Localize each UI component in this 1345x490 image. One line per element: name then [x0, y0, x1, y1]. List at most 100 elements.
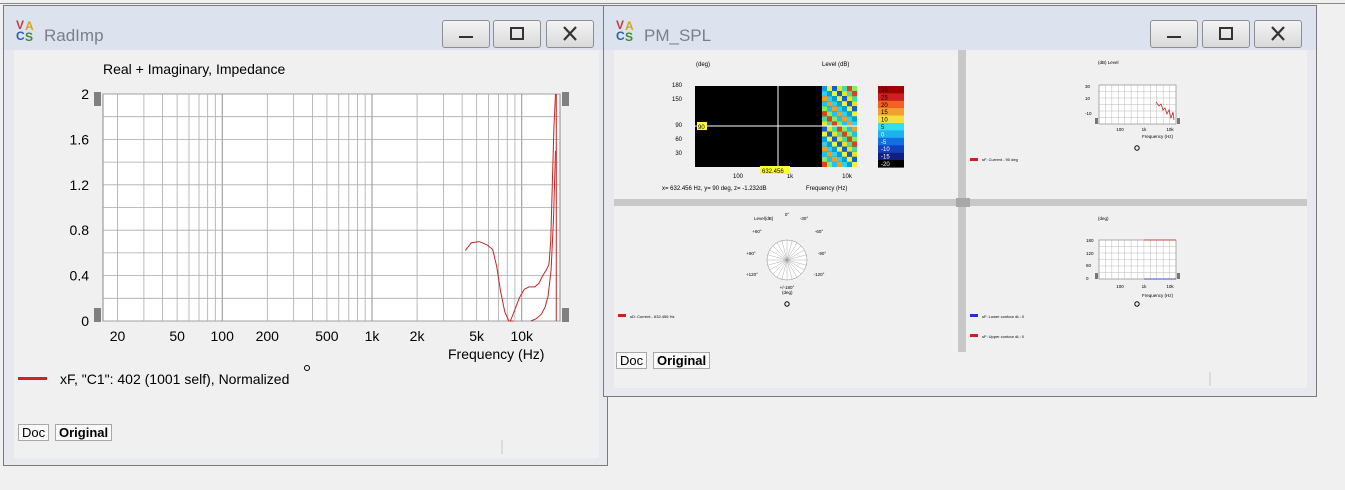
- heatmap-cell: [822, 126, 827, 132]
- heatmap-cell: [852, 86, 857, 92]
- radimp-titlebar[interactable]: VA CS RadImp: [4, 6, 607, 50]
- heatmap-cell: [837, 141, 842, 147]
- heatmap-cell: [847, 86, 852, 92]
- polar-angle-label: +60°: [752, 229, 762, 234]
- left-slider-top[interactable]: [94, 92, 101, 106]
- minimize-button[interactable]: [1150, 20, 1198, 48]
- splitter-handle[interactable]: [956, 198, 970, 207]
- spl-ylabel: (dB) Level: [1098, 60, 1119, 65]
- vacs-logo-icon: VA CS: [616, 18, 634, 44]
- x-tick-labels: 20 50 100 200 500 1k 2k 5k 10k: [110, 328, 534, 344]
- contour-cursor-marker: [1134, 301, 1140, 307]
- heatmap-cell: [837, 136, 842, 142]
- heatmap-cell: [822, 161, 827, 167]
- y-marker: 90: [698, 125, 705, 131]
- close-button[interactable]: [1254, 20, 1302, 48]
- heatmap-y-tick: 60: [675, 137, 682, 143]
- heatmap-cell: [847, 156, 852, 162]
- heatmap-cell: [822, 151, 827, 157]
- polar-legend: sD: Current - 632.456 Hz: [630, 314, 674, 319]
- x-tick-label: 1k: [365, 328, 381, 344]
- heatmap-cell: [842, 146, 847, 152]
- upper-legend-swatch: [970, 334, 978, 337]
- tab-doc[interactable]: Doc: [18, 424, 50, 441]
- polar-unit: (deg): [782, 290, 793, 295]
- upper-contour-legend: sF: Upper contour dL: 0: [982, 334, 1025, 339]
- heatmap-xlabel: Frequency (Hz): [806, 186, 847, 192]
- heatmap-cell: [827, 116, 832, 122]
- y-tick-label: 0: [81, 313, 89, 329]
- heatmap-cell: [842, 131, 847, 137]
- heatmap-x-ticks: 100 1k 10k: [733, 174, 853, 180]
- polar-angle-label: -60°: [815, 229, 824, 234]
- heatmap-cell: [847, 146, 852, 152]
- lower-legend-swatch: [970, 314, 978, 317]
- radimp-window[interactable]: VA CS RadImp Real + Imaginary, Impedance…: [3, 5, 608, 466]
- heatmap-cell: [837, 126, 842, 132]
- spl-cursor-marker: [1134, 145, 1140, 151]
- tab-doc[interactable]: Doc: [616, 352, 648, 369]
- colorbar-tick: 10: [881, 118, 888, 124]
- heatmap-cell: [832, 141, 837, 147]
- x-tick-label: 20: [110, 328, 126, 344]
- heatmap-cell: [822, 91, 827, 97]
- pmspl-window[interactable]: VA CS PM_SPL (deg) Level (dB) 180 150 90 60: [603, 5, 1317, 397]
- contour-slider-right[interactable]: [1177, 273, 1180, 279]
- maximize-button[interactable]: [493, 20, 541, 48]
- contour-x-tick: 100: [1116, 284, 1124, 289]
- heatmap-cell: [852, 156, 857, 162]
- heatmap-y-tick: 180: [672, 83, 683, 89]
- heatmap-cell: [832, 91, 837, 97]
- heatmap-cell: [842, 116, 847, 122]
- maximize-button[interactable]: [1202, 20, 1250, 48]
- heatmap-cell: [842, 126, 847, 132]
- contour-y-tick: 120: [1086, 251, 1094, 256]
- minimize-button[interactable]: [442, 20, 490, 48]
- x-tick-label: 2k: [410, 328, 426, 344]
- colorbar-tick: 15: [881, 110, 888, 116]
- right-slider-bottom[interactable]: [562, 308, 569, 322]
- heatmap-cell: [852, 106, 857, 112]
- tab-original[interactable]: Original: [55, 424, 113, 441]
- left-slider-bottom[interactable]: [94, 308, 101, 322]
- contour-slider-left[interactable]: [1095, 273, 1098, 279]
- heatmap-cell: [827, 131, 832, 137]
- chart-title: Real + Imaginary, Impedance: [103, 61, 285, 77]
- heatmap-cell: [827, 146, 832, 152]
- tab-original[interactable]: Original: [653, 352, 711, 369]
- heatmap-cell: [822, 136, 827, 142]
- heatmap-cell: [847, 111, 852, 117]
- heatmap-cell: [822, 131, 827, 137]
- heatmap-cell: [827, 141, 832, 147]
- legend-label: xF, "C1": 402 (1001 self), Normalized: [60, 371, 289, 387]
- pmspl-client: (deg) Level (dB) 180 150 90 60 30 100 1k 10k 9…: [614, 50, 1307, 388]
- heatmap-cell: [827, 161, 832, 167]
- cursor-readout: x= 632.456 Hz, y= 90 deg, z= -1.232dB: [662, 186, 767, 192]
- contour-xlabel: Frequency (Hz): [1142, 293, 1174, 298]
- spl-slider-right[interactable]: [1177, 118, 1180, 124]
- polar-plot: 0°-30°+60° -60°+90° -90°+120° -120°+/-180°: [746, 212, 826, 290]
- colorbar-tick: 20: [881, 103, 888, 109]
- maximize-icon: [1219, 27, 1233, 40]
- close-button[interactable]: [546, 20, 594, 48]
- polar-legend-swatch: [618, 314, 626, 317]
- right-slider-top[interactable]: [562, 92, 569, 106]
- heatmap-cell: [837, 96, 842, 102]
- impedance-chart: Real + Imaginary, Impedance 0 0.4 0.8 1.2 1.…: [18, 61, 569, 454]
- heatmap-cell: [827, 86, 832, 92]
- heatmap-cell: [852, 136, 857, 142]
- desktop-divider: [0, 3, 1345, 4]
- colorbar-tick: -10: [881, 147, 890, 153]
- vacs-logo-icon: VA CS: [16, 18, 34, 44]
- spl-slider-left[interactable]: [1095, 118, 1098, 124]
- contour-x-tick: 1k: [1142, 284, 1148, 289]
- x-tick-label: 500: [315, 328, 339, 344]
- heatmap-y-tick: 30: [675, 151, 682, 157]
- heatmap-cell: [852, 161, 857, 167]
- heatmap-cell: [827, 151, 832, 157]
- pmspl-titlebar[interactable]: VA CS PM_SPL: [604, 6, 1316, 50]
- x-axis-label: Frequency (Hz): [448, 346, 544, 362]
- pmspl-panels: (deg) Level (dB) 180150906030 100 1k 10k 9…: [614, 50, 1307, 386]
- polar-angle-label: 0°: [785, 212, 790, 217]
- heatmap-cell: [847, 91, 852, 97]
